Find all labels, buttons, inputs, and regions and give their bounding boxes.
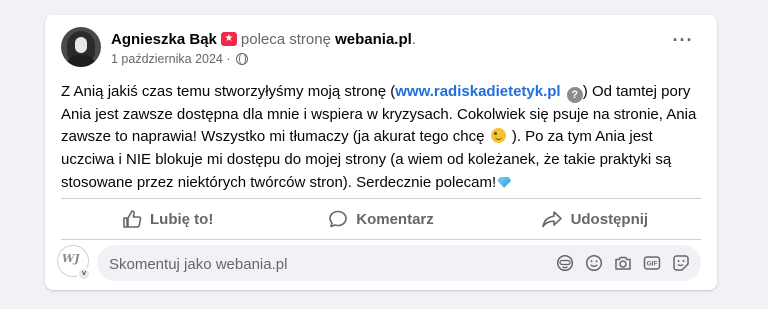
post-card: Agnieszka Bąk poleca stronę webania.pl. 1… — [45, 15, 717, 290]
recommends-text: poleca stronę — [240, 31, 331, 48]
share-button[interactable]: Udostępnij — [488, 201, 701, 237]
post-title-line: Agnieszka Bąk poleca stronę webania.pl. — [111, 31, 416, 49]
author-avatar[interactable] — [61, 27, 101, 67]
globe-icon[interactable] — [236, 52, 248, 65]
emoji-icon[interactable] — [584, 253, 604, 273]
gem-emoji-icon — [497, 176, 512, 188]
wink-emoji-icon — [490, 128, 506, 144]
post-meta-line: 1 października 2024 · — [111, 51, 248, 67]
author-name[interactable]: Agnieszka Bąk — [111, 31, 217, 48]
actions-top-divider — [61, 198, 701, 199]
speech-bubble-icon — [329, 210, 348, 228]
avatar-sticker-icon[interactable] — [555, 253, 575, 273]
gif-icon[interactable]: GIF — [642, 253, 662, 273]
post-actions-bar: Lubię to! Komentarz Udostępnij — [61, 201, 701, 237]
comment-input[interactable] — [109, 254, 409, 274]
svg-text:GIF: GIF — [647, 261, 658, 268]
comment-composer: WJ ˅ GIF — [57, 243, 705, 283]
recommend-badge-icon — [220, 32, 237, 46]
sticker-icon[interactable] — [671, 253, 691, 273]
like-button[interactable]: Lubię to! — [61, 201, 274, 237]
meta-separator: · — [222, 52, 234, 66]
share-label: Udostępnij — [570, 210, 649, 228]
webania-logo-icon: WJ — [62, 252, 80, 265]
actions-bottom-divider — [61, 239, 701, 240]
chevron-down-icon[interactable]: ˅ — [77, 267, 91, 281]
avatar-body — [67, 55, 95, 67]
post-text-part1: Z Anią jakiś czas temu stworzyłyśmy moją… — [61, 83, 396, 100]
comment-box[interactable]: GIF — [97, 245, 701, 281]
website-link[interactable]: www.radiskadietetyk.pl — [395, 83, 560, 100]
comment-label: Komentarz — [356, 210, 434, 228]
more-options-button[interactable]: ··· — [669, 31, 697, 57]
comment-tools: GIF — [546, 253, 691, 273]
post-header: Agnieszka Bąk poleca stronę webania.pl. 1… — [61, 27, 701, 71]
post-date[interactable]: 1 października 2024 — [111, 52, 223, 66]
title-trailing-dot: . — [411, 31, 416, 48]
share-arrow-icon — [541, 211, 562, 228]
like-label: Lubię to! — [150, 210, 214, 228]
thumbs-up-icon — [123, 210, 142, 228]
page-name-link[interactable]: webania.pl — [335, 31, 412, 48]
link-info-icon[interactable]: ? — [566, 87, 583, 103]
post-body: Z Anią jakiś czas temu stworzyłyśmy moją… — [61, 81, 706, 195]
comment-button[interactable]: Komentarz — [274, 201, 487, 237]
camera-icon[interactable] — [613, 253, 633, 273]
avatar-face — [75, 37, 87, 53]
